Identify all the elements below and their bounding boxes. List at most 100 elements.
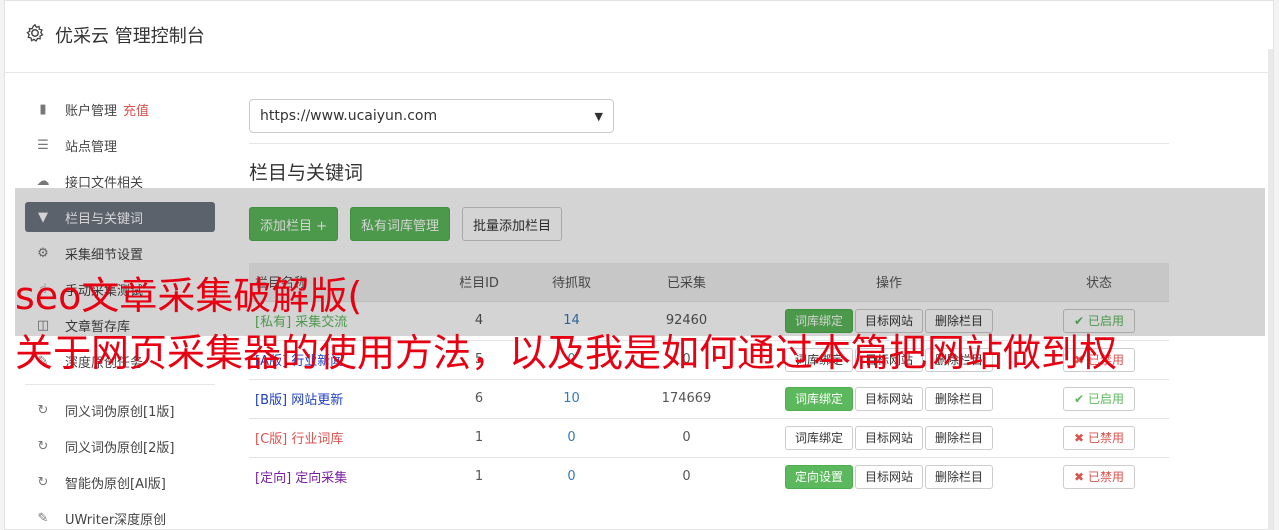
private-library-button[interactable]: 私有词库管理 [350,207,451,241]
column-tag: [A版] [255,354,288,369]
column-tag: [定向] [255,471,292,487]
column-name-cell: [定向] 定向采集 [249,456,439,496]
sidebar-item-label: 手动采集测试 [65,283,144,299]
sidebar-item-label: 账户管理 [65,103,118,119]
add-column-button[interactable]: 添加栏目 + [249,207,339,241]
col-header-actions: 操作 [749,263,1029,301]
status-cell: ✔ 已启用 [1029,378,1169,418]
delete-column-button[interactable]: 删除栏目 [925,425,994,450]
column-tag: [私有] [255,315,292,330]
delete-column-button[interactable]: 删除栏目 [925,347,994,372]
col-header-id: 栏目ID [439,263,519,301]
status-label: 已禁用 [1087,431,1124,445]
status-toggle[interactable]: ✔ 已启用 [1063,308,1135,333]
column-id: 6 [439,378,519,418]
sidebar-item-label: 站点管理 [65,139,118,155]
collected-count: 0 [624,456,749,496]
bind-library-button[interactable]: 词库绑定 [784,308,853,333]
refresh-icon: ↻ [37,402,49,418]
divider [249,143,1169,144]
col-header-status: 状态 [1029,263,1169,301]
database-icon: ◫ [36,317,50,333]
column-table: 栏目名称 栏目ID 待抓取 已采集 操作 状态 [私有] 采集交流 4 14 9246… [249,263,1169,496]
sidebar-item-label: 智能伪原创[AI版] [65,476,166,492]
toolbar: 添加栏目 + 私有词库管理 批量添加栏目 [249,207,1169,241]
delete-column-button[interactable]: 删除栏目 [925,464,994,489]
sidebar-item-rewrite-2[interactable]: ↻ 智能伪原创[AI版] [25,467,215,497]
target-site-button[interactable]: 目标网站 [854,464,923,489]
table-row: [定向] 定向采集 1 0 0 定向设置 目标网站 删除栏目 ✖ 已禁用 [249,456,1169,496]
status-toggle[interactable]: ✖ 已禁用 [1063,425,1135,450]
status-label: 已禁用 [1087,353,1124,367]
sidebar-item-rewrite-1[interactable]: ↻ 同义词伪原创[2版] [25,431,215,461]
main-content: https://www.ucaiyun.com ▼ 栏目与关键词 添加栏目 + … [249,99,1169,496]
cloud-upload-icon: ☁ [36,173,50,189]
sidebar-item-2[interactable]: ☁ 接口文件相关 [25,166,215,196]
status-toggle[interactable]: ✖ 已禁用 [1063,347,1135,372]
site-select[interactable]: https://www.ucaiyun.com ▼ [249,99,614,133]
scrollbar[interactable] [1268,49,1273,530]
column-name-link[interactable]: 行业词库 [291,432,343,447]
sidebar-item-5[interactable]: ☝ 手动采集测试 [25,274,215,304]
bind-library-button[interactable]: 词库绑定 [784,386,853,411]
column-name-cell: [A版] 行业新闻 [249,339,439,379]
target-site-button[interactable]: 目标网站 [854,347,923,372]
pending-count[interactable]: 0 [519,417,624,457]
x-icon: ✖ [1074,352,1085,367]
pending-count[interactable]: 14 [519,300,624,340]
column-name-cell: [私有] 采集交流 [249,300,439,340]
hand-icon: ☝ [39,281,47,297]
sidebar-item-7[interactable]: ✎ 深度原创任务 [25,346,215,376]
sidebar: ▮ 账户管理 充值 ☰ 站点管理 ☁ 接口文件相关 ▼ 栏目与关键词 ⚙ 采集细节设置 ☝ 手动采集测试… [25,94,215,530]
column-name-link[interactable]: 采集交流 [295,315,347,330]
column-name-link[interactable]: 定向采集 [295,471,347,486]
check-icon: ✔ [1074,313,1085,328]
sidebar-item-rewrite-3[interactable]: ✎ UWriter深度原创 [25,503,215,530]
bind-library-button[interactable]: 定向设置 [784,464,853,489]
sidebar-item-3[interactable]: ▼ 栏目与关键词 [25,202,215,232]
sidebar-item-label: 栏目与关键词 [65,211,144,227]
target-site-button[interactable]: 目标网站 [854,425,923,450]
pending-count[interactable]: 0 [519,339,624,379]
pending-count[interactable]: 10 [519,378,624,418]
batch-add-button[interactable]: 批量添加栏目 [462,207,563,241]
table-header-row: 栏目名称 栏目ID 待抓取 已采集 操作 状态 [249,263,1169,301]
page-title: 优采云 管理控制台 [55,26,205,47]
delete-column-button[interactable]: 删除栏目 [925,386,994,411]
bind-library-button[interactable]: 词库绑定 [784,425,853,450]
edit-icon: ✎ [37,510,49,526]
column-tag: [B版] [255,393,288,408]
sidebar-item-0[interactable]: ▮ 账户管理 充值 [25,94,215,124]
pending-count[interactable]: 0 [519,456,624,496]
col-header-collected: 已采集 [624,263,749,301]
actions-cell: 词库绑定 目标网站 删除栏目 [749,378,1029,418]
x-icon: ✖ [1074,430,1085,445]
filter-icon: ▼ [38,209,48,225]
status-cell: ✖ 已禁用 [1029,417,1169,457]
table-row: [B版] 网站更新 6 10 174669 词库绑定 目标网站 删除栏目 ✔ 已启用 [249,378,1169,418]
bind-library-button[interactable]: 词库绑定 [784,347,853,372]
delete-column-button[interactable]: 删除栏目 [925,308,994,333]
recharge-link[interactable]: 充值 [123,100,149,119]
column-id: 5 [439,339,519,379]
collected-count: 0 [624,339,749,379]
sidebar-item-1[interactable]: ☰ 站点管理 [25,130,215,160]
status-toggle[interactable]: ✔ 已启用 [1063,386,1135,411]
sidebar-item-label: 采集细节设置 [65,247,144,263]
column-id: 4 [439,300,519,340]
table-row: [A版] 行业新闻 5 0 0 词库绑定 目标网站 删除栏目 ✖ 已禁用 [249,339,1169,379]
column-name-link[interactable]: 行业新闻 [291,354,343,369]
target-site-button[interactable]: 目标网站 [854,386,923,411]
target-site-button[interactable]: 目标网站 [854,308,923,333]
status-toggle[interactable]: ✖ 已禁用 [1063,464,1135,489]
sidebar-item-rewrite-0[interactable]: ↻ 同义词伪原创[1版] [25,395,215,425]
site-select-value: https://www.ucaiyun.com [260,108,438,124]
column-name-link[interactable]: 网站更新 [291,393,343,408]
gears-icon: ⚙ [37,245,49,261]
table-row: [C版] 行业词库 1 0 0 词库绑定 目标网站 删除栏目 ✖ 已禁用 [249,417,1169,457]
sidebar-item-4[interactable]: ⚙ 采集细节设置 [25,238,215,268]
sidebar-item-6[interactable]: ◫ 文章暂存库 [25,310,215,340]
header: 优采云 管理控制台 [5,1,1273,73]
column-id: 1 [439,456,519,496]
check-icon: ✔ [1074,391,1085,406]
